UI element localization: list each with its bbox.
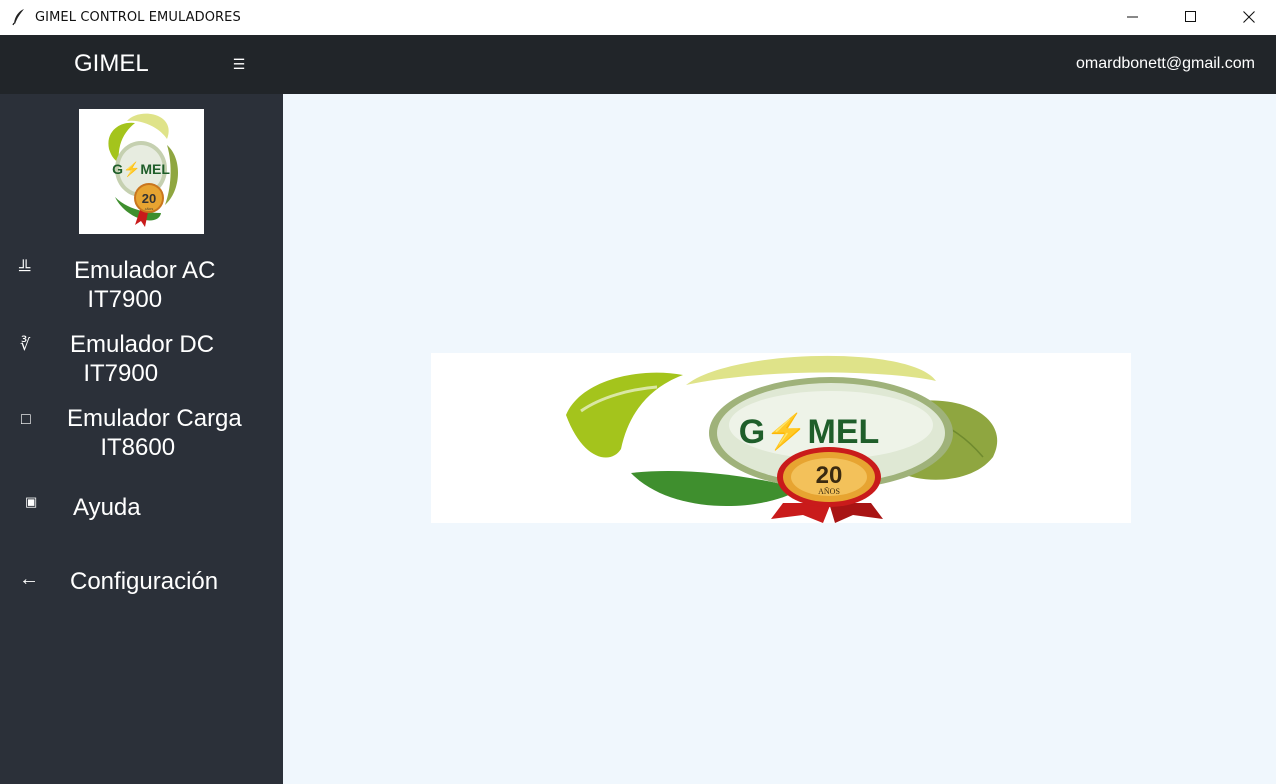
banner-brand-text: G⚡MEL [739,412,880,452]
user-email[interactable]: omardbonett@gmail.com [1076,55,1255,73]
brand-title[interactable]: GIMEL [74,50,149,78]
sidebar: G⚡MEL 20 AÑOS ╩ Emulador AC IT7900 ∛ Emu… [0,94,283,784]
sidebar-logo: G⚡MEL 20 AÑOS [79,109,204,234]
gimel-banner: G⚡MEL 20 AÑOS [431,353,1131,523]
sidebar-item-label: Emulador DC IT7900 [70,331,215,387]
minimize-icon [1127,16,1138,18]
load-emulator-icon: □ [21,411,31,428]
sidebar-item-label: Configuración [70,568,219,595]
close-button[interactable] [1220,0,1276,34]
sidebar-item-emulador-carga[interactable]: □ Emulador Carga IT8600 [0,402,283,472]
banner-badge-caption: AÑOS [818,486,840,496]
sidebar-item-configuracion[interactable]: ← Configuración [0,564,283,604]
sidebar-item-label: Emulador Carga IT8600 [67,405,242,461]
main-content: G⚡MEL 20 AÑOS [283,94,1276,784]
help-icon: ▣ [25,494,38,509]
sidebar-item-label: Ayuda [73,494,141,521]
logo-badge-number: 20 [142,191,156,206]
app-window: GIMEL CONTROL EMULADORES GIMEL ☰ omardbo… [0,0,1276,784]
feather-icon [12,9,24,26]
close-icon [1243,11,1255,23]
maximize-icon [1185,11,1196,22]
hamburger-icon: ☰ [232,55,246,72]
dc-emulator-icon: ∛ [20,337,31,354]
gimel-logo-small: G⚡MEL 20 AÑOS [108,113,179,227]
logo-badge-caption: AÑOS [145,206,154,211]
sidebar-item-ayuda[interactable]: ▣ Ayuda [0,490,283,530]
sidebar-item-label: Emulador AC IT7900 [74,257,216,313]
ac-emulator-icon: ╩ [19,261,31,278]
back-arrow-icon: ← [19,568,39,590]
window-title: GIMEL CONTROL EMULADORES [35,9,241,25]
banner-badge-number: 20 [816,462,843,489]
menu-toggle-button[interactable]: ☰ [230,55,248,73]
gimel-logo-large: G⚡MEL 20 AÑOS [566,355,998,523]
sidebar-item-emulador-dc[interactable]: ∛ Emulador DC IT7900 [0,328,283,398]
title-bar[interactable]: GIMEL CONTROL EMULADORES [0,0,1276,34]
sidebar-item-emulador-ac[interactable]: ╩ Emulador AC IT7900 [0,254,283,324]
minimize-button[interactable] [1104,0,1162,34]
logo-brand-text: G⚡MEL [112,161,170,178]
top-navbar: GIMEL ☰ omardbonett@gmail.com [0,35,1276,94]
maximize-button[interactable] [1162,0,1220,34]
